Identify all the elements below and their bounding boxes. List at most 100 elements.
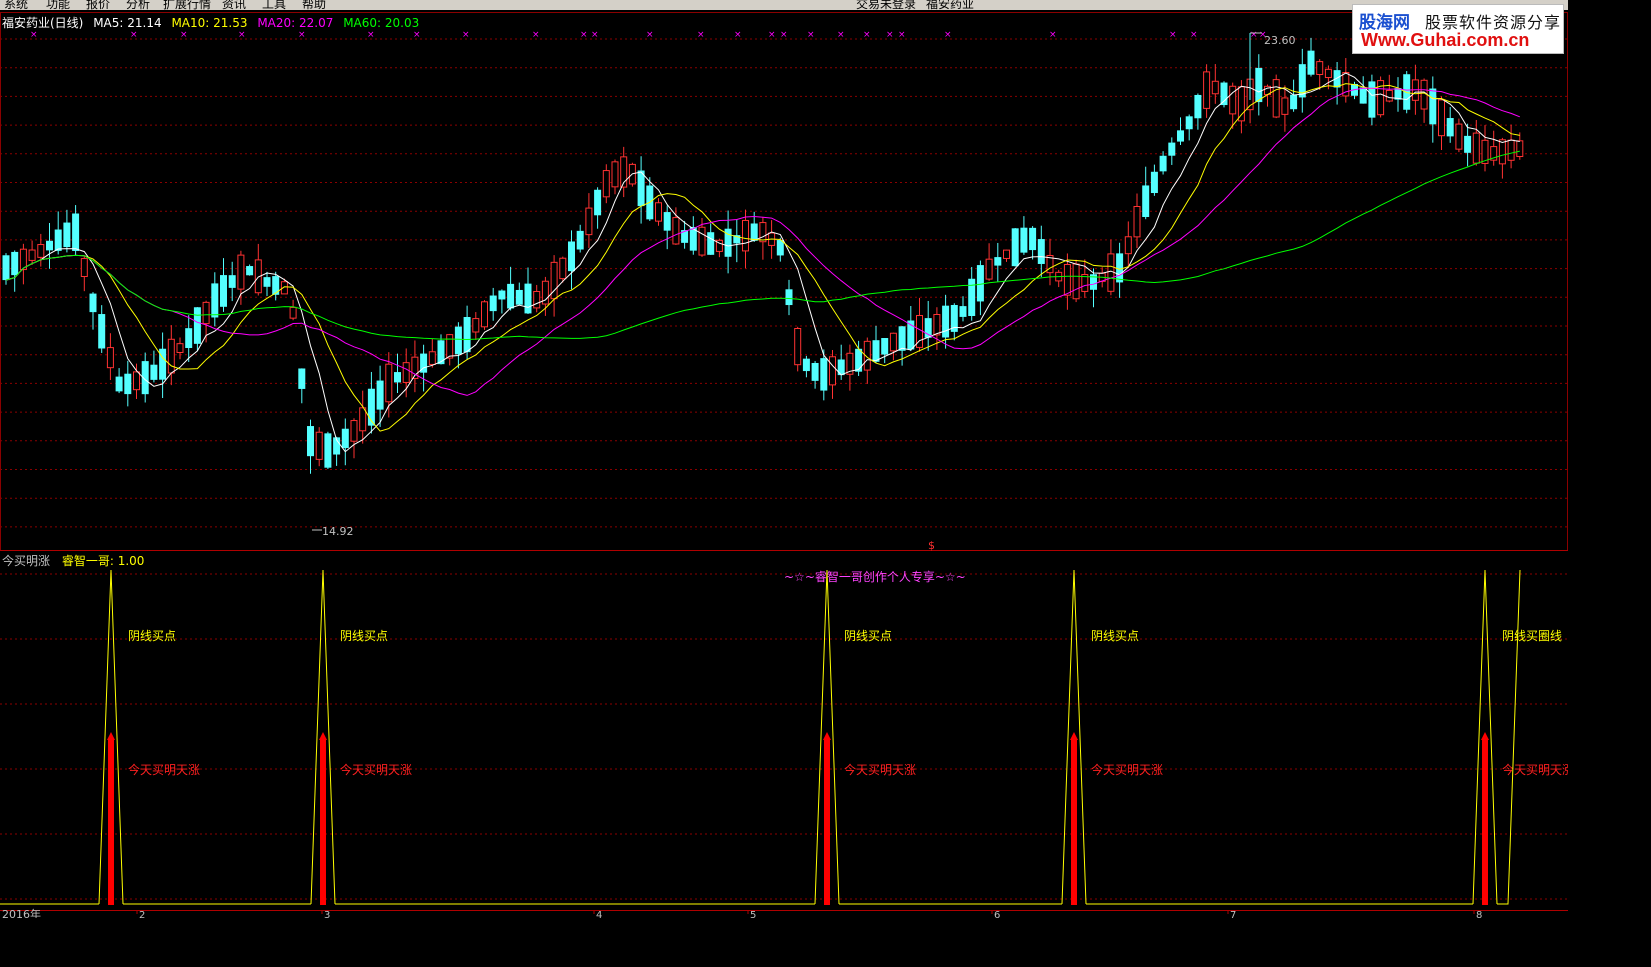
candle-body-down (1116, 253, 1124, 283)
candle-body-down (1368, 81, 1376, 118)
month-label: 8 (1476, 910, 1482, 918)
candle-body-down (63, 222, 71, 248)
candle-body-down (820, 358, 828, 391)
candle-body-up (559, 257, 567, 280)
candle-body-down (802, 358, 810, 372)
signal-x-marker: × (807, 30, 815, 40)
signal-bar (1071, 740, 1077, 905)
candle-body-up (481, 301, 488, 328)
kline-chart[interactable]: × × × × × × × × × × × × × × × × × × × × × × × × × × × 23.60 14.92 … (0, 0, 1568, 918)
candle-body-up (1472, 132, 1480, 164)
candle-body-down (376, 380, 384, 410)
signal-x-marker: × (180, 30, 188, 40)
signal-x-marker: × (898, 30, 906, 40)
signal-arrow (823, 732, 831, 740)
month-label: 3 (324, 910, 330, 918)
chart-grid (0, 12, 1568, 911)
candle-body-down (1359, 87, 1367, 104)
candle-body-down (211, 283, 219, 318)
candle-body-down (11, 251, 19, 276)
candle-body-up (1324, 68, 1332, 79)
candle-body-up (1133, 206, 1141, 238)
signal-x-marker: × (1049, 30, 1057, 40)
ma5-line (5, 72, 1520, 453)
low-price-label: 14.92 (322, 525, 354, 538)
candle-body-down (1159, 155, 1167, 172)
candle-body-down (463, 317, 471, 353)
candle-body-down (1307, 50, 1315, 75)
candle-body-down (46, 240, 53, 251)
signal-label-upper: 阴线买点 (844, 629, 892, 643)
signal-x-marker: × (780, 30, 788, 40)
signal-label-upper: 阴线买圈线 (1502, 629, 1562, 643)
candle-body-up (1124, 236, 1132, 255)
candle-body-up (28, 249, 36, 261)
candle-body-up (1455, 123, 1463, 150)
signal-bar (824, 740, 830, 905)
candle-body-down (1037, 239, 1045, 264)
signal-x-marker: × (1169, 30, 1177, 40)
candle-body-down (1150, 171, 1158, 194)
candle-body-down (663, 212, 671, 231)
candle-body-up (742, 219, 749, 252)
signal-x-marker: × (580, 30, 588, 40)
signal-label-upper: 阴线买点 (128, 629, 176, 643)
indicator-param: 睿智一哥: 1.00 (61, 554, 145, 568)
candle-body-down (942, 305, 950, 338)
signal-x-marker: × (646, 30, 654, 40)
signal-arrow (107, 732, 115, 740)
candle-body-up (106, 347, 114, 369)
indicator-baseline (0, 569, 1521, 905)
candle-body-down (568, 241, 575, 272)
author-note: ~☆~睿智一哥创作个人专享~☆~ (784, 569, 966, 584)
signal-x-marker: × (734, 30, 742, 40)
candle-body-down (150, 364, 158, 380)
ma10-value: MA10: 21.53 (171, 16, 248, 30)
dollar-marker: $ (928, 539, 935, 552)
signal-label-upper: 阴线买点 (340, 629, 388, 643)
signal-x-marker: × (837, 30, 845, 40)
ma5-value: MA5: 21.14 (93, 16, 162, 30)
candle-body-down (1403, 74, 1411, 110)
candle-body-up (672, 217, 680, 245)
candle-body-down (98, 314, 106, 349)
signal-x-marker: × (462, 30, 470, 40)
candle-body-up (385, 363, 393, 403)
candle-body-down (785, 289, 793, 306)
candle-body-down (1142, 185, 1150, 218)
candle-body-up (133, 371, 140, 391)
candle-body-down (1177, 130, 1184, 142)
candle-body-down (228, 275, 236, 288)
candle-body-down (89, 293, 97, 313)
candle-body-down (1446, 118, 1454, 137)
indicator-panel-title: 今买明涨 睿智一哥: 1.00 (2, 552, 144, 569)
candle-body-down (394, 372, 401, 383)
candle-body-up (889, 332, 897, 352)
candle-body-down (54, 229, 62, 251)
candle-body-down (637, 170, 645, 207)
year-label: 2016年 (2, 907, 41, 918)
candle-body-up (402, 362, 410, 383)
candle-body-down (959, 306, 967, 317)
candle-body-up (1281, 97, 1289, 115)
indicator-name[interactable]: 今买明涨 (2, 554, 50, 568)
candle-body-down (1168, 142, 1176, 156)
candle-body-down (1429, 88, 1437, 125)
candle-body-up (602, 170, 610, 198)
signal-x-marker: × (863, 30, 871, 40)
candle-body-up (933, 313, 941, 336)
candle-body-up (655, 202, 662, 222)
candle-body-up (1003, 249, 1010, 259)
month-label: 7 (1230, 910, 1236, 918)
candle-body-down (1020, 227, 1028, 253)
candle-body-down (881, 338, 889, 355)
candle-body-up (202, 301, 210, 325)
candle-body-down (72, 213, 80, 251)
signal-label-lower: 今天买明天涨 (844, 762, 916, 777)
candle-body-down (898, 326, 906, 351)
candle-body-up (1063, 263, 1071, 296)
candle-body-down (1255, 67, 1263, 103)
candle-body-up (533, 290, 541, 309)
signal-x-marker: × (532, 30, 540, 40)
stock-title: 福安药业(日线) (2, 16, 84, 30)
